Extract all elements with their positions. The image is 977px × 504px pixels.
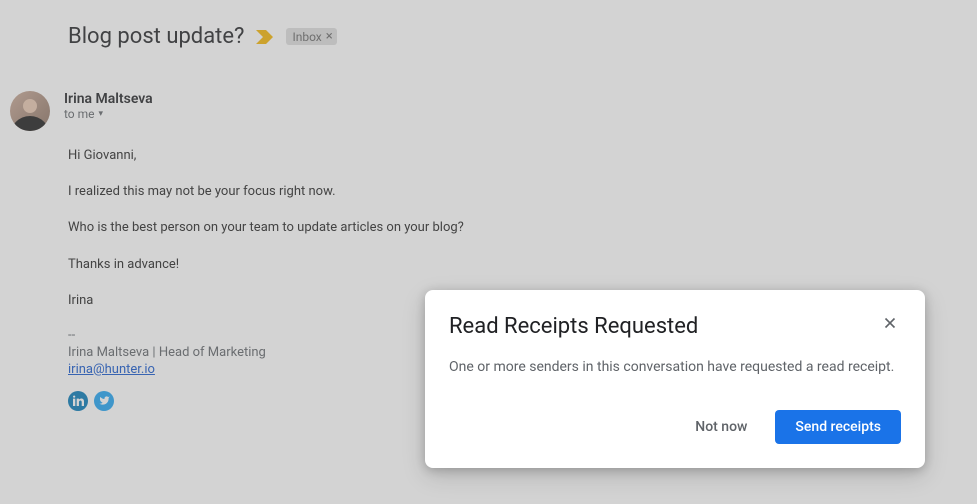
dialog-body: One or more senders in this conversation… bbox=[449, 357, 901, 378]
not-now-button[interactable]: Not now bbox=[675, 410, 767, 444]
dialog-title: Read Receipts Requested bbox=[449, 314, 698, 339]
read-receipts-dialog: Read Receipts Requested One or more send… bbox=[425, 290, 925, 468]
send-receipts-button[interactable]: Send receipts bbox=[775, 410, 901, 444]
close-icon[interactable] bbox=[879, 314, 901, 336]
